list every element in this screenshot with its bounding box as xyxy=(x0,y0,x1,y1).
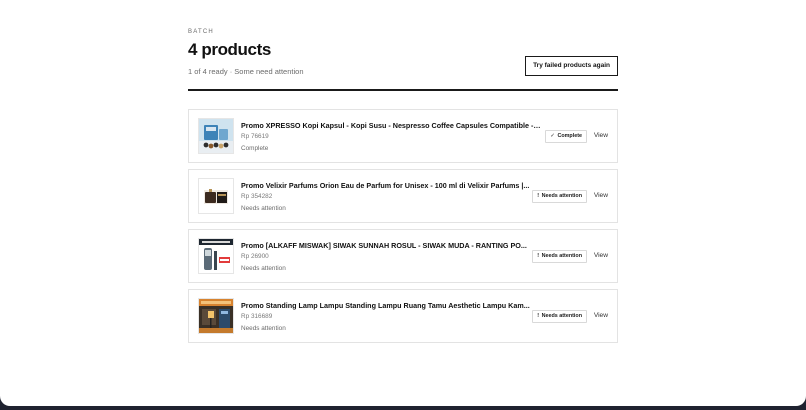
product-row: Promo Standing Lamp Lampu Standing Lampu… xyxy=(188,289,618,343)
batch-content: BATCH 4 products 1 of 4 ready · Some nee… xyxy=(188,28,618,343)
view-product-link[interactable]: View xyxy=(594,191,608,200)
batch-eyebrow: BATCH xyxy=(188,29,214,35)
status-badge: ! Needs attention xyxy=(532,310,587,323)
status-badge-label: Needs attention xyxy=(541,193,582,199)
status-badge: ! Needs attention xyxy=(532,190,587,203)
product-price: Rp 354282 xyxy=(241,193,273,200)
status-badge-label: Complete xyxy=(557,133,582,139)
status-badge-label: Needs attention xyxy=(541,313,582,319)
miswak-product-icon xyxy=(198,238,234,274)
check-icon: ✓ xyxy=(550,133,555,139)
view-product-link[interactable]: View xyxy=(594,251,608,260)
product-row: Promo Velixir Parfums Orion Eau de Parfu… xyxy=(188,169,618,223)
product-status: Needs attention xyxy=(241,265,286,272)
product-price: Rp 316689 xyxy=(241,313,273,320)
perfume-product-icon xyxy=(198,178,234,214)
alert-icon: ! xyxy=(537,193,540,199)
status-badge: ✓ Complete xyxy=(545,130,587,143)
view-product-link[interactable]: View xyxy=(594,131,608,140)
product-list: Promo XPRESSO Kopi Kapsul - Kopi Susu - … xyxy=(188,109,618,349)
retry-failed-button[interactable]: Try failed products again xyxy=(525,56,618,76)
product-row: Promo XPRESSO Kopi Kapsul - Kopi Susu - … xyxy=(188,109,618,163)
view-product-link[interactable]: View xyxy=(594,311,608,320)
coffee-capsule-product-icon xyxy=(198,118,234,154)
product-status: Complete xyxy=(241,145,269,152)
product-price: Rp 26900 xyxy=(241,253,269,260)
batch-page: BATCH 4 products 1 of 4 ready · Some nee… xyxy=(0,0,806,406)
alert-icon: ! xyxy=(537,313,540,319)
product-name: Promo Velixir Parfums Orion Eau de Parfu… xyxy=(241,181,530,190)
product-name: Promo XPRESSO Kopi Kapsul - Kopi Susu - … xyxy=(241,121,541,130)
product-name: Promo [ALKAFF MISWAK] SIWAK SUNNAH ROSUL… xyxy=(241,241,527,250)
product-price: Rp 76619 xyxy=(241,133,269,140)
standing-lamp-product-icon xyxy=(198,298,234,334)
header-divider xyxy=(188,89,618,91)
status-badge: ! Needs attention xyxy=(532,250,587,263)
status-badge-label: Needs attention xyxy=(541,253,582,259)
product-row: Promo [ALKAFF MISWAK] SIWAK SUNNAH ROSUL… xyxy=(188,229,618,283)
product-status: Needs attention xyxy=(241,205,286,212)
product-status: Needs attention xyxy=(241,325,286,332)
alert-icon: ! xyxy=(537,253,540,259)
product-name: Promo Standing Lamp Lampu Standing Lampu… xyxy=(241,301,530,310)
